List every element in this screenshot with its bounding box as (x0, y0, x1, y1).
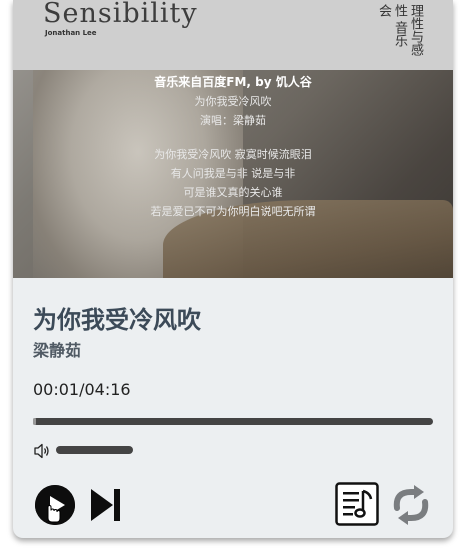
play-button[interactable] (35, 485, 75, 525)
lyric-line: 为你我受冷风吹 寂寞时候流眼泪 (154, 148, 312, 161)
lyric-line: 有人问我是与非 说是与非 (170, 167, 296, 180)
lyric-line: 可是谁又真的关心谁 (183, 186, 283, 199)
skip-next-icon (91, 489, 120, 521)
album-chinese-title: 理性与感性 音乐会 (376, 4, 423, 56)
playback-time: 00:01/04:16 (33, 380, 131, 399)
playlist-button[interactable] (335, 482, 379, 526)
song-title: 为你我受冷风吹 (33, 306, 201, 334)
volume-icon[interactable] (33, 442, 51, 460)
song-artist: 梁静茹 (33, 341, 82, 360)
music-player-card: Sensibility Jonathan Lee 理性与感性 音乐会 音乐来自百… (13, 0, 453, 538)
lyrics-song-title: 为你我受冷风吹 (194, 95, 272, 108)
album-title: Sensibility (43, 0, 198, 29)
lyric-line: 若是爱已不可为你明白说吧无所谓 (150, 205, 316, 218)
song-info: 为你我受冷风吹 梁静茹 (33, 300, 201, 361)
progress-bar[interactable] (33, 418, 433, 425)
next-button[interactable] (89, 487, 123, 523)
lyrics-singer: 演唱：梁静茹 (200, 114, 266, 127)
album-artist: Jonathan Lee (45, 29, 97, 37)
album-cover: Sensibility Jonathan Lee 理性与感性 音乐会 音乐来自百… (13, 0, 453, 278)
repeat-icon (393, 485, 429, 525)
repeat-button[interactable] (389, 484, 433, 526)
playlist-music-icon (335, 482, 379, 526)
progress-fill (33, 418, 36, 425)
volume-slider[interactable] (56, 446, 133, 454)
cover-banner: Sensibility Jonathan Lee 理性与感性 音乐会 (13, 0, 453, 70)
lyrics-source: 音乐来自百度FM, by 饥人谷 (154, 75, 312, 89)
play-icon (35, 485, 75, 525)
lyrics-panel: 音乐来自百度FM, by 饥人谷 为你我受冷风吹 演唱：梁静茹 为你我受冷风吹 … (13, 73, 453, 221)
